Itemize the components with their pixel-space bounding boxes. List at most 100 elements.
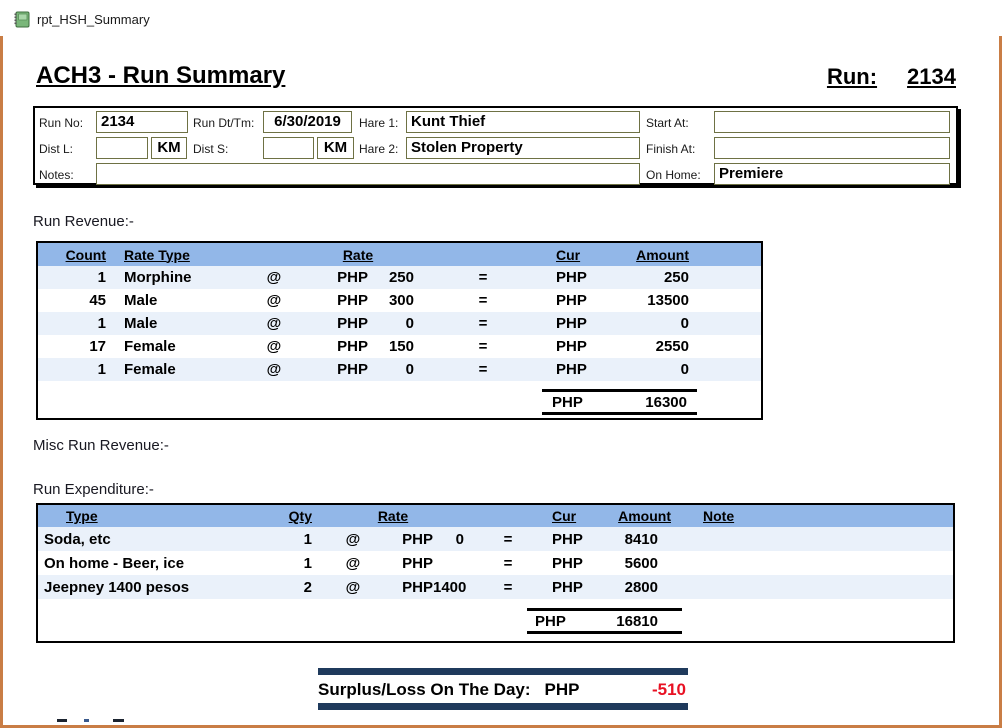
cell-cur2: PHP (548, 361, 618, 378)
finish-at-label: Finish At: (646, 142, 695, 156)
run-no-field[interactable]: 2134 (96, 111, 188, 133)
surplus-top-bar (318, 668, 688, 675)
cell-cur2: PHP (548, 292, 618, 309)
cell-amount: 250 (618, 269, 693, 286)
run-revenue-section-label: Run Revenue:- (33, 213, 134, 230)
run-number: 2134 (907, 64, 956, 90)
cell-type: On home - Beer, ice (38, 555, 253, 572)
col-header-amount: Amount (618, 247, 693, 263)
cell-cur2: PHP (548, 338, 618, 355)
cell-amount: 0 (618, 315, 693, 332)
surplus-currency: PHP (545, 680, 580, 700)
dist-s-field[interactable] (263, 137, 314, 159)
cutoff-text-fragment (57, 719, 67, 722)
total-amount: 16300 (645, 394, 687, 411)
table-row: Jeepney 1400 pesos 2 @ PHP 1400 = PHP 28… (38, 575, 953, 599)
cell-amount: 2800 (613, 579, 673, 596)
start-at-field[interactable] (714, 111, 950, 133)
col-header-type: Type (38, 508, 253, 524)
run-revenue-table: Count Rate Type Rate Cur Amount 1 Morphi… (36, 241, 763, 420)
cell-rate-type: Male (110, 315, 250, 332)
hare1-field[interactable]: Kunt Thief (406, 111, 640, 133)
on-home-field[interactable]: Premiere (714, 163, 950, 185)
surplus-bottom-bar (318, 703, 688, 710)
cell-at: @ (250, 269, 298, 286)
cell-qty: 1 (253, 555, 318, 572)
table-header-row: Count Rate Type Rate Cur Amount (38, 243, 761, 266)
run-label: Run: (827, 64, 877, 90)
cell-cur2: PHP (548, 531, 613, 548)
finish-at-field[interactable] (714, 137, 950, 159)
cell-count: 17 (38, 338, 110, 355)
cell-eq: = (418, 292, 548, 309)
surplus-line: Surplus/Loss On The Day: PHP -510 (318, 677, 688, 702)
col-header-qty: Qty (253, 508, 318, 524)
col-header-note: Note (673, 508, 953, 524)
run-expenditure-section-label: Run Expenditure:- (33, 481, 154, 498)
table-row: 17 Female @ PHP 150 = PHP 2550 (38, 335, 761, 358)
cell-amount: 13500 (618, 292, 693, 309)
cell-eq: = (418, 269, 548, 286)
col-header-rate-type: Rate Type (110, 247, 250, 263)
dist-l-unit: KM (151, 137, 187, 159)
cell-cur1: PHP (298, 269, 368, 286)
cell-eq: = (468, 531, 548, 548)
cell-qty: 1 (253, 531, 318, 548)
cell-count: 45 (38, 292, 110, 309)
access-report-window: rpt_HSH_Summary ACH3 - Run Summary Run: … (0, 0, 1002, 728)
dist-l-field[interactable] (96, 137, 148, 159)
cell-rate: 150 (368, 338, 418, 355)
cell-cur1: PHP (298, 361, 368, 378)
cell-cur1: PHP (388, 579, 433, 596)
cell-at: @ (318, 555, 388, 572)
col-header-amount: Amount (613, 508, 673, 524)
cell-count: 1 (38, 315, 110, 332)
misc-run-revenue-section-label: Misc Run Revenue:- (33, 437, 169, 454)
report-icon (13, 11, 30, 28)
window-title: rpt_HSH_Summary (37, 12, 150, 27)
surplus-label: Surplus/Loss On The Day: (318, 680, 531, 700)
cell-at: @ (250, 292, 298, 309)
cell-eq: = (468, 579, 548, 596)
table-row: 45 Male @ PHP 300 = PHP 13500 (38, 289, 761, 312)
run-expenditure-total: PHP 16810 (527, 608, 682, 634)
cell-cur1: PHP (388, 531, 433, 548)
start-at-label: Start At: (646, 116, 689, 130)
notes-field[interactable] (96, 163, 640, 185)
table-row: 1 Male @ PHP 0 = PHP 0 (38, 312, 761, 335)
cell-at: @ (318, 531, 388, 548)
cell-cur1: PHP (298, 315, 368, 332)
cell-rate: 0 (368, 361, 418, 378)
cell-count: 1 (38, 269, 110, 286)
run-revenue-total: PHP 16300 (542, 389, 697, 415)
col-header-cur: Cur (548, 508, 613, 524)
run-header: Run: 2134 (827, 64, 956, 90)
hare2-field[interactable]: Stolen Property (406, 137, 640, 159)
run-dt-label: Run Dt/Tm: (193, 116, 254, 130)
cell-eq: = (418, 338, 548, 355)
hare2-label: Hare 2: (359, 142, 398, 156)
cell-rate: 1400 (433, 579, 468, 596)
table-row: Soda, etc 1 @ PHP 0 = PHP 8410 (38, 527, 953, 551)
cell-rate: 0 (433, 531, 468, 548)
cell-cur1: PHP (298, 338, 368, 355)
run-details-panel: Run No: 2134 Run Dt/Tm: 6/30/2019 Hare 1… (33, 106, 958, 185)
cell-rate: 250 (368, 269, 418, 286)
col-header-rate: Rate (318, 508, 468, 524)
cell-rate-type: Morphine (110, 269, 250, 286)
cell-at: @ (318, 579, 388, 596)
cell-type: Jeepney 1400 pesos (38, 579, 253, 596)
hare1-label: Hare 1: (359, 116, 398, 130)
cell-cur2: PHP (548, 315, 618, 332)
col-header-rate: Rate (298, 247, 418, 263)
page-title: ACH3 - Run Summary (36, 62, 285, 90)
cell-rate-type: Male (110, 292, 250, 309)
total-cur: PHP (535, 613, 566, 630)
window-titlebar: rpt_HSH_Summary (0, 0, 1002, 36)
run-dt-field[interactable]: 6/30/2019 (263, 111, 352, 133)
cell-rate: 0 (368, 315, 418, 332)
cell-at: @ (250, 361, 298, 378)
dist-l-label: Dist L: (39, 142, 73, 156)
cutoff-text-fragment (113, 719, 124, 722)
cell-rate: 300 (368, 292, 418, 309)
